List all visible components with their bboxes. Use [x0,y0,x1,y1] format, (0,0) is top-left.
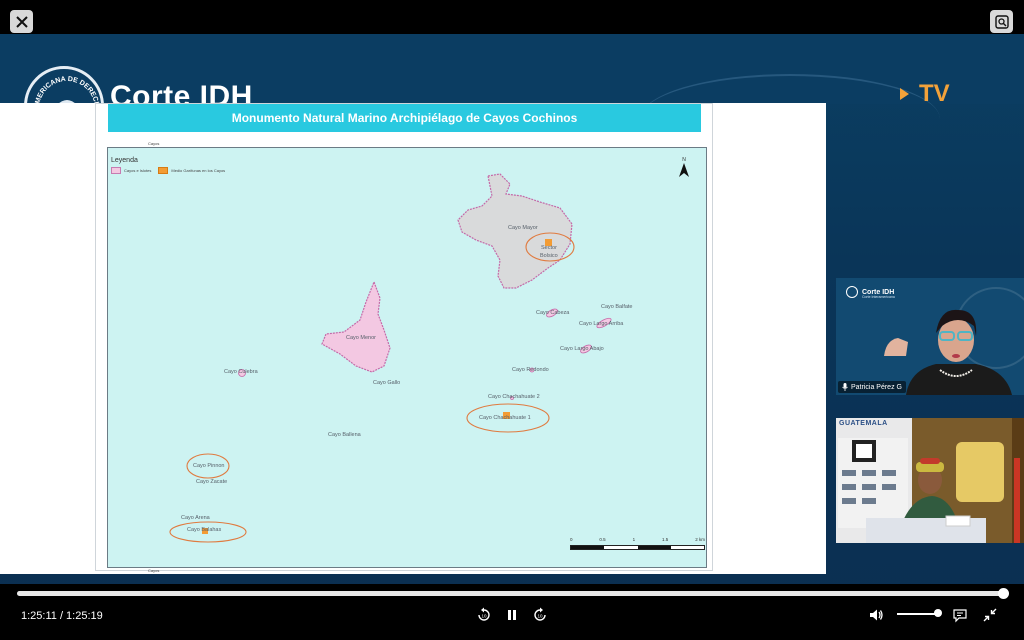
player-controls: 1:25:11 / 1:25:19 10 10 [0,584,1024,640]
label-cayo-zacate: Cayo Zacate [196,479,228,485]
top-bar [0,0,1024,34]
scale-label: 2 km [695,537,705,542]
map-legend: Leyenda Cayos e Islotes Medio Garífunas … [111,157,225,174]
legend-swatch-cays [111,167,121,174]
forward-10-button[interactable]: 10 [531,606,549,624]
island-cayo-mayor [457,173,573,289]
map-area [107,147,707,568]
label-cayo-cabeza: Cayo Cabeza [536,310,570,316]
legend-item-cays: Cayos e Islotes [124,168,152,173]
label-cayo-largo-arriba: Cayo Largo Arriba [579,321,624,327]
progress-bar[interactable] [17,588,1010,599]
label-cayo-chachahuate-1: Cayo Chachahuate 1 [479,415,531,421]
map-title: Monumento Natural Marino Archipiélago de… [108,104,701,132]
zoom-icon [994,14,1009,29]
room-video-tile[interactable]: GUATEMALA [836,418,1024,543]
label-cayo-ballena: Cayo Ballena [328,432,361,438]
tv-badge: TV [900,80,950,108]
label-cayo-mayor: Cayo Mayor [508,225,538,231]
north-arrow-icon [679,163,689,177]
label-cayo-arena: Cayo Arena [181,515,210,521]
map-tiny-caption-bottom: Cayos [148,568,160,573]
label-cayo-largo-abajo: Cayo Largo Abajo [560,346,604,352]
scale-label: 1.5 [662,537,669,542]
close-button[interactable] [10,10,33,33]
video-player: AMERICANA DE DERECHOS Corte IDH TV Monum… [0,0,1024,640]
room-scene [836,418,1024,543]
progress-knob[interactable] [998,588,1010,599]
forward-10-icon: 10 [534,607,546,621]
label-cayo-pinnon: Cayo Pinnon [193,463,225,469]
legend-item-garifuna: Medio Garífunas en los Cayos [171,168,226,173]
captions-icon [953,609,967,623]
close-icon [15,15,28,28]
microphone-icon [842,383,848,391]
label-cayo-balfate: Cayo Balfate [601,304,633,310]
pause-icon [508,610,516,620]
volume-slider[interactable] [897,613,937,615]
scale-labels: 0 0.5 1 1.5 2 km [570,537,705,542]
label-sector: Sector [541,245,557,251]
label-cayo-balahas: Cayo Balahas [187,527,222,533]
speaker-figure [884,287,1024,395]
volume-icon [870,609,883,621]
label-bolsico: Bolsico [540,253,558,259]
collapse-icon [983,608,997,622]
captions-button[interactable] [951,606,969,624]
map-islands [169,173,612,543]
zoom-button[interactable] [990,10,1013,33]
speaker-video-tile[interactable]: Corte IDH Corte Interamericana Patricia … [836,278,1024,395]
participant-name: Patricia Pérez G [851,383,902,391]
participant-name-tag: Patricia Pérez G [838,381,906,393]
scale-label: 1 [632,537,636,542]
scale-segments [570,545,705,550]
svg-text:10: 10 [537,614,543,619]
collapse-button[interactable] [981,606,999,624]
label-cayo-menor: Cayo Menor [346,335,376,341]
label-cayo-culebra: Cayo Culebra [224,369,258,375]
rewind-10-button[interactable]: 10 [475,606,493,624]
play-triangle-icon [900,88,909,100]
north-arrow: N [678,157,690,179]
legend-title: Leyenda [111,157,138,164]
map-tiny-caption-top: Cayos [148,141,160,146]
volume-button[interactable] [867,606,885,624]
scale-label: 0.5 [599,537,606,542]
label-cayo-gallo: Cayo Gallo [373,380,401,386]
legend-swatch-garifuna [158,167,169,174]
rewind-10-icon: 10 [478,607,490,621]
tv-label: TV [919,80,950,107]
volume-knob[interactable] [934,609,942,617]
map-scale-bar: 0 0.5 1 1.5 2 km [570,537,705,550]
time-display: 1:25:11 / 1:25:19 [21,610,103,622]
progress-fill [17,591,1004,596]
label-cayo-redondo: Cayo Redondo [512,367,549,373]
room-banner-text: GUATEMALA [839,420,888,427]
island-cayo-menor [321,280,391,373]
scale-label: 0 [570,537,573,542]
pause-button[interactable] [503,606,521,624]
svg-text:10: 10 [481,614,487,619]
label-cayo-chachahuate-2: Cayo Chachahuate 2 [488,394,540,400]
